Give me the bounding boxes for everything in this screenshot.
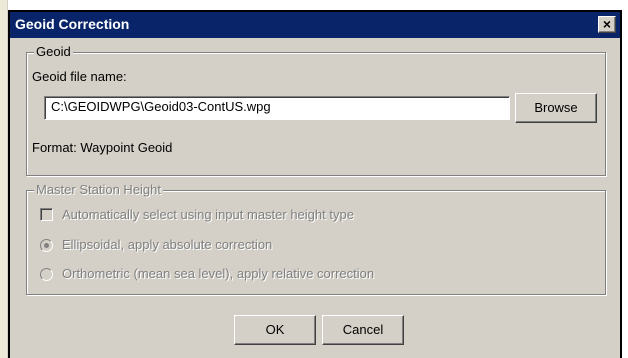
ellipsoidal-label: Ellipsoidal, apply absolute correction <box>62 237 273 252</box>
close-icon: × <box>602 16 612 32</box>
window-title: Geoid Correction <box>15 16 130 32</box>
title-bar[interactable]: Geoid Correction × <box>10 12 620 38</box>
format-text: Format: Waypoint Geoid <box>32 140 173 155</box>
geoid-correction-dialog: Geoid Correction × Geoid Geoid file name… <box>8 10 622 358</box>
orthometric-label: Orthometric (mean sea level), apply rela… <box>62 266 375 281</box>
auto-select-checkbox[interactable] <box>40 208 53 221</box>
orthometric-radio[interactable] <box>40 268 53 281</box>
auto-select-label: Automatically select using input master … <box>62 207 354 222</box>
geoid-group-legend: Geoid <box>34 44 73 59</box>
geoid-file-input[interactable]: C:\GEOIDWPG\Geoid03-ContUS.wpg <box>44 96 510 120</box>
cancel-button[interactable]: Cancel <box>322 315 404 345</box>
radio-selected-dot <box>44 243 49 248</box>
background-window-edge <box>0 0 8 358</box>
close-button[interactable]: × <box>598 16 616 33</box>
ellipsoidal-radio[interactable] <box>40 239 53 252</box>
master-group-legend: Master Station Height <box>34 182 164 197</box>
ok-button[interactable]: OK <box>234 315 316 345</box>
geoid-file-label: Geoid file name: <box>32 69 127 84</box>
browse-button[interactable]: Browse <box>515 93 597 123</box>
screen-background: Geoid Correction × Geoid Geoid file name… <box>0 0 628 358</box>
